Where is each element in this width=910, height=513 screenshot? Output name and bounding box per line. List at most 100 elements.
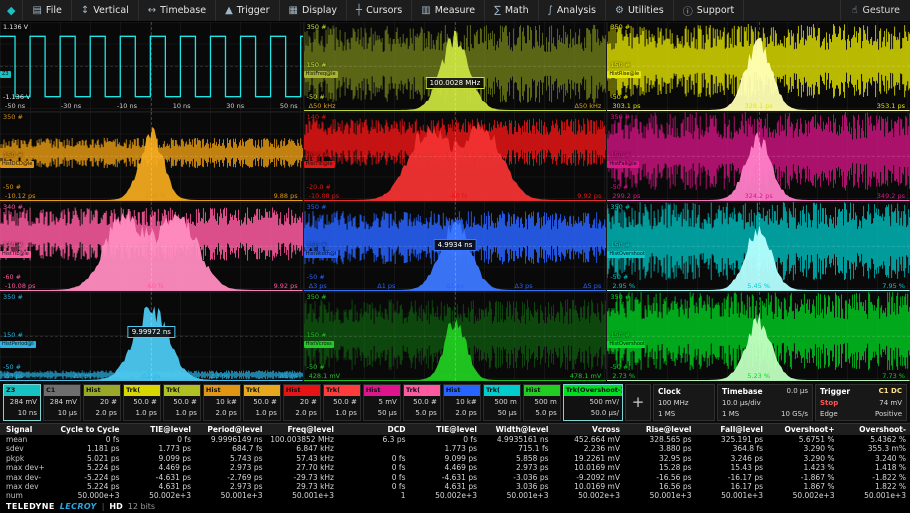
descriptor-values: 50.0 #1.0 ps <box>124 396 160 420</box>
descriptor-value: 20 # <box>100 398 117 406</box>
column-header[interactable]: TIE@level <box>124 424 196 435</box>
descriptor-value: 50.0 # <box>173 398 197 406</box>
menu-item-label: Cursors <box>366 5 402 16</box>
panel-hist-tie[interactable]: 140 #60.0 #-20.0 #-10.08 ps-80 fs9.92 ps… <box>304 112 607 201</box>
clock-title: Clock <box>658 387 710 396</box>
column-header[interactable]: Rise@level <box>624 424 696 435</box>
menu-item-trigger[interactable]: ▲Trigger <box>216 0 279 21</box>
descriptor-trk-overshoot[interactable]: Trk(Overshoot-)500 mV/50.0 μs/ <box>563 384 623 421</box>
panel-hist-overshoot-pos[interactable]: 350 #150 #-50 #2.95 %5.45 %7.95 %HistOve… <box>607 202 910 291</box>
column-header[interactable]: Fall@level <box>696 424 768 435</box>
panel-hist-tie2[interactable]: 340 #140 #-60 #-10.08 ps-80 fs9.92 psHis… <box>0 202 303 291</box>
measurement-value: -5.224 ps <box>52 473 124 482</box>
brand-teledyne: TELEDYNE <box>6 501 55 513</box>
descriptor-trk-dcd[interactable]: Trk(50.0 #1.0 ps <box>243 384 281 421</box>
menu-item-vertical[interactable]: ↕Vertical <box>72 0 139 21</box>
trigger-mode: Stop <box>820 399 838 407</box>
support-icon: ⓘ <box>683 3 693 18</box>
descriptor-hist-tie[interactable]: Hist20 #2.0 ps <box>283 384 321 421</box>
descriptor-hist-fall[interactable]: Hist5 mV50 μs <box>363 384 401 421</box>
descriptor-z3[interactable]: Z3284 mV10 ns <box>3 384 41 421</box>
panel-hist-rise[interactable]: 350 #150 #-50 #303.1 ps328.1 ps353.1 psH… <box>607 22 910 111</box>
descriptor-c1[interactable]: C1284 mV10 μs <box>43 384 81 421</box>
gesture-button[interactable]: ☝ Gesture <box>840 0 910 21</box>
timebase-rate-row: 1 MS10 GS/s <box>722 410 808 418</box>
descriptor-value: 10 ns <box>18 409 37 417</box>
waveform-hist-vcross <box>304 292 607 381</box>
panel-hist-vcross[interactable]: 350 #150 #-50 #428.1 mV453.1 mV478.1 mVH… <box>304 292 607 381</box>
menu-item-measure[interactable]: ▥Measure <box>412 0 485 21</box>
row-label: mean <box>0 435 52 444</box>
measurement-value: 3.240 % <box>839 454 910 463</box>
column-header[interactable]: Period@level <box>195 424 267 435</box>
column-header[interactable]: Vcross <box>553 424 625 435</box>
measurement-value: 15.28 ps <box>624 463 696 472</box>
descriptor-title: Z3 <box>4 385 40 396</box>
menu-item-label: Measure <box>435 5 475 16</box>
descriptor-values: 20 #2.0 ps <box>84 396 120 420</box>
measurement-table: SignalCycle to CycleTIE@levelPeriod@leve… <box>0 424 910 501</box>
trigger-box[interactable]: TriggerC1 DCStop74 mVEdgePositive <box>815 384 907 421</box>
menu-item-utilities[interactable]: ⚙Utilities <box>606 0 674 21</box>
menu-item-support[interactable]: ⓘSupport <box>674 0 745 21</box>
row-label: max dev+ <box>0 463 52 472</box>
add-trace-button[interactable]: + <box>625 384 651 421</box>
panel-hist-freq[interactable]: 350 #150 #-50 #Δ50 kHzΔ50 kHz100.0028 MH… <box>304 22 607 111</box>
measurement-value: 1.867 % <box>767 482 839 491</box>
timebase-box[interactable]: Timebase0.0 μs10.0 μs/div1 MS10 GS/s <box>717 384 813 421</box>
descriptor-value: 5 mV <box>379 398 397 406</box>
descriptor-value: 500 m <box>534 398 556 406</box>
panel-zoom-z3[interactable]: 1.136 V-1.136 V-50 ns-30 ns-10 ns10 ns30… <box>0 22 303 111</box>
descriptor-hist-dcd[interactable]: Hist10 k#2.0 ps <box>203 384 241 421</box>
descriptor-value: 10 k# <box>216 398 237 406</box>
descriptor-values: 284 mV10 μs <box>44 396 80 420</box>
measurement-value: 1 <box>338 491 410 500</box>
panel-hist-overshoot-neg[interactable]: 350 #150 #-50 #2.73 %5.23 %7.73 %HistOve… <box>607 292 910 381</box>
column-header[interactable]: Overshoot+ <box>767 424 839 435</box>
trigger-slope: Positive <box>875 410 902 418</box>
measurement-value: -3.036 ps <box>481 473 553 482</box>
descriptor-trk-rise[interactable]: Trk(50.0 #1.0 ps <box>163 384 201 421</box>
descriptor-trk-tie[interactable]: Trk(50.0 #1.0 ps <box>323 384 361 421</box>
menu-item-display[interactable]: ▦Display <box>280 0 347 21</box>
descriptor-values: 20 #2.0 ps <box>284 396 320 420</box>
descriptor-hist-width[interactable]: Hist10 k#2.0 ps <box>443 384 481 421</box>
descriptor-trk-width[interactable]: Trk(500 m50 μs <box>483 384 521 421</box>
panel-hist-fall[interactable]: 350 #150 #-50 #299.2 ps324.2 ps349.2 psH… <box>607 112 910 201</box>
descriptor-hist-freq[interactable]: Hist20 #2.0 ps <box>83 384 121 421</box>
column-header[interactable]: DCD <box>338 424 410 435</box>
column-header[interactable]: Cycle to Cycle <box>52 424 124 435</box>
clock-box[interactable]: Clock100 MHz1 MS <box>653 384 715 421</box>
panel-hist-dcd[interactable]: 350 #150 #-50 #-10.12 ps-120 fs9.88 psHi… <box>0 112 303 201</box>
hd-badge: HD <box>109 501 122 513</box>
column-header[interactable]: TIE@level <box>410 424 482 435</box>
descriptor-trk-fall[interactable]: Trk(50.0 #5.0 ps <box>403 384 441 421</box>
timebase-samples: 1 MS <box>722 410 739 418</box>
descriptor-hist-vcross[interactable]: Hist500 m5.0 ps <box>523 384 561 421</box>
menu-item-analysis[interactable]: ∫Analysis <box>539 0 606 21</box>
measurement-value: 0 fs <box>338 482 410 491</box>
menu-item-timebase[interactable]: ↔Timebase <box>139 0 216 21</box>
trace-tag: HistFreq@le <box>304 71 338 78</box>
measurement-value: 5.6751 % <box>767 435 839 444</box>
measurement-value: 4.631 ps <box>124 482 196 491</box>
measurement-value: 50.001e+3 <box>696 491 768 500</box>
descriptor-trk-freq[interactable]: Trk(50.0 #1.0 ps <box>123 384 161 421</box>
descriptor-value: 1.0 ps <box>255 409 276 417</box>
column-header[interactable]: Freq@level <box>267 424 339 435</box>
trigger-source: C1 DC <box>879 387 902 396</box>
panel-hist-period[interactable]: 350 #150 #-50 #Δ3 psΔ1 psΔ1 psΔ3 psΔ5 ps… <box>0 292 303 381</box>
panel-hist-width[interactable]: 350 #150 #-50 #Δ3 psΔ1 psΔ1 psΔ3 psΔ5 ps… <box>304 202 607 291</box>
measurement-value: 0 fs <box>338 454 410 463</box>
menu-item-file[interactable]: ▤File <box>23 0 71 21</box>
menu-item-cursors[interactable]: ┼Cursors <box>347 0 412 21</box>
measurement-value: 19.2261 mV <box>553 454 625 463</box>
descriptor-title: Trk( <box>484 385 520 396</box>
menu-item-math[interactable]: ∑Math <box>485 0 539 21</box>
column-header[interactable]: Overshoot- <box>839 424 910 435</box>
bit-depth-label: 12 bits <box>128 501 155 513</box>
measurement-value: 4.9935161 ns <box>481 435 553 444</box>
column-header[interactable]: Width@level <box>481 424 553 435</box>
menu-bar: ◆ ▤File↕Vertical↔Timebase▲Trigger▦Displa… <box>0 0 910 22</box>
descriptor-value: 50.0 # <box>133 398 157 406</box>
